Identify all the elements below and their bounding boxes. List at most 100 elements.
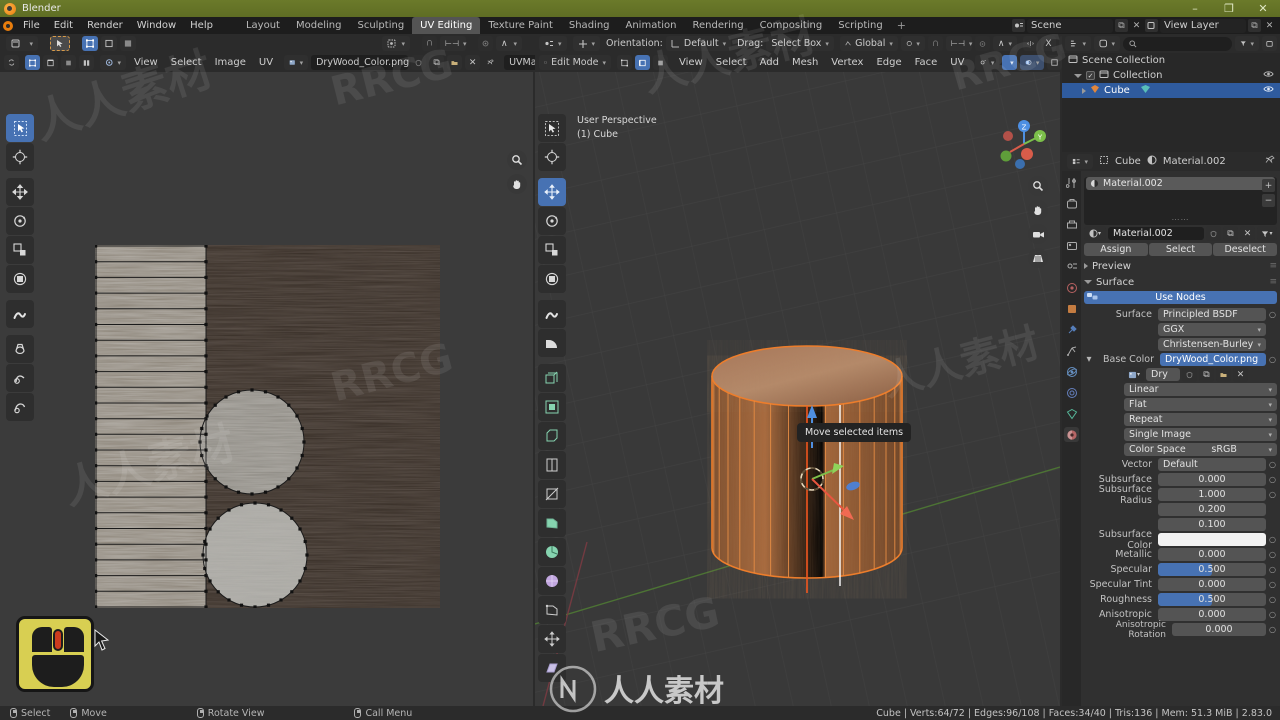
tweak-tool-button[interactable] <box>50 36 70 51</box>
image-datablock-name-field[interactable]: Dry <box>1146 368 1180 381</box>
outliner-filter-dropdown[interactable]: ▾ <box>1235 36 1259 51</box>
outliner-new-collection-button[interactable] <box>1262 36 1277 51</box>
properties-editor-type-dropdown[interactable]: ▾ <box>1067 154 1093 169</box>
uv-face-select-button[interactable] <box>120 36 136 51</box>
uv-vertex-mode-button[interactable] <box>25 55 40 70</box>
new-view-layer-icon[interactable]: ⧉ <box>1248 19 1261 32</box>
color-space-dropdown[interactable]: Color Space sRGB▾ <box>1124 443 1277 456</box>
camera-icon[interactable] <box>1028 224 1048 244</box>
outliner-row-scene-collection[interactable]: Scene Collection <box>1062 53 1280 68</box>
specular-tint-slider[interactable]: 0.000 <box>1158 578 1266 591</box>
subsurface-socket-icon[interactable]: ○ <box>1268 475 1277 484</box>
unlink-material-button[interactable]: ✕ <box>1240 226 1255 241</box>
pin-image-button[interactable] <box>483 55 498 70</box>
breadcrumb-object[interactable]: Cube <box>1115 156 1141 167</box>
vp-shrink-fatten-tool[interactable] <box>538 625 566 653</box>
uv-relax-tool[interactable] <box>6 364 34 392</box>
output-tab[interactable] <box>1064 217 1079 232</box>
vp-menu-view[interactable]: View <box>674 55 708 70</box>
image-copy-button[interactable]: ⧉ <box>1199 367 1214 382</box>
menu-file[interactable]: File <box>16 17 47 34</box>
render-tab[interactable] <box>1064 196 1079 211</box>
vp-spin-tool[interactable] <box>538 538 566 566</box>
vp-smooth-tool[interactable] <box>538 567 566 595</box>
vp-edge-slide-tool[interactable] <box>538 596 566 624</box>
subsurface-radius-y-field[interactable]: 0.200 <box>1158 503 1266 516</box>
tab-uv-editing[interactable]: UV Editing <box>412 17 480 34</box>
base-color-socket-icon[interactable]: ○ <box>1268 355 1277 364</box>
vp-annotate-tool[interactable] <box>538 300 566 328</box>
gizmo-toggle-button[interactable] <box>1047 55 1062 70</box>
vp-measure-tool[interactable] <box>538 329 566 357</box>
menu-render[interactable]: Render <box>80 17 130 34</box>
subsurface-color-socket-icon[interactable]: ○ <box>1268 535 1277 544</box>
vp-knife-tool[interactable] <box>538 480 566 508</box>
vp-menu-mesh[interactable]: Mesh <box>787 55 823 70</box>
view-layer-tab[interactable] <box>1064 238 1079 253</box>
collapse-triangle-icon[interactable]: ▾ <box>1084 354 1094 365</box>
vp-bevel-tool[interactable] <box>538 422 566 450</box>
uv-transform-tool[interactable] <box>6 265 34 293</box>
viewport-canvas[interactable]: User Perspective (1) Cube <box>535 72 1060 706</box>
view-layer-browse-icon[interactable] <box>1145 19 1158 32</box>
uv-menu-uv[interactable]: UV <box>254 55 278 70</box>
surface-socket-icon[interactable]: ○ <box>1268 310 1277 319</box>
mirror-x-button[interactable]: X <box>1041 36 1056 51</box>
hand-icon[interactable] <box>1028 200 1048 220</box>
interaction-mode-dropdown[interactable]: Edit Mode▾ <box>539 55 611 70</box>
vp-loop-cut-tool[interactable] <box>538 451 566 479</box>
roughness-socket-icon[interactable]: ○ <box>1268 595 1277 604</box>
specular-socket-icon[interactable]: ○ <box>1268 565 1277 574</box>
uv-pinch-tool[interactable] <box>6 393 34 421</box>
hand-icon[interactable] <box>507 174 527 194</box>
deselect-button[interactable]: Deselect <box>1213 243 1277 256</box>
face-select-mode-button[interactable] <box>653 55 668 70</box>
subsurface-radius-socket-icon[interactable]: ○ <box>1268 490 1277 499</box>
open-image-button[interactable] <box>447 55 462 70</box>
tab-texture-paint[interactable]: Texture Paint <box>480 17 561 34</box>
tab-compositing[interactable]: Compositing <box>752 17 831 34</box>
vp-shear-tool[interactable] <box>538 654 566 682</box>
image-browse-dropdown[interactable]: ▾ <box>284 55 308 70</box>
uv-move-tool[interactable] <box>6 178 34 206</box>
snap-target-dropdown[interactable]: ⊢⊣▾ <box>440 36 466 51</box>
remove-scene-icon[interactable]: ✕ <box>1130 19 1143 32</box>
image-unlink-button[interactable]: ✕ <box>1233 367 1248 382</box>
world-tab[interactable] <box>1064 280 1079 295</box>
browse-material-dropdown[interactable]: ▾ <box>1084 226 1106 241</box>
uv-face-mode-button[interactable] <box>61 55 76 70</box>
remove-view-layer-icon[interactable]: ✕ <box>1263 19 1276 32</box>
uv-grab-tool[interactable] <box>6 335 34 363</box>
vp-poly-build-tool[interactable] <box>538 509 566 537</box>
vp-menu-add[interactable]: Add <box>755 55 784 70</box>
tab-shading[interactable]: Shading <box>561 17 618 34</box>
browse-image-dropdown[interactable]: ▾ <box>1124 367 1144 382</box>
vp-inset-faces-tool[interactable] <box>538 393 566 421</box>
breadcrumb-material[interactable]: Material.002 <box>1163 156 1226 167</box>
zoom-icon[interactable] <box>1028 176 1048 196</box>
vp-scale-tool[interactable] <box>538 236 566 264</box>
outliner-display-mode-dropdown[interactable]: ▾ <box>1094 36 1120 51</box>
proportional-falloff-dropdown[interactable]: ∧▾ <box>993 36 1017 51</box>
material-slot-item[interactable]: Material.002 <box>1086 177 1275 190</box>
preview-section-header[interactable]: Preview ≡ <box>1084 259 1277 273</box>
uv-display-mode-dropdown[interactable]: ▾ <box>100 55 126 70</box>
tab-layout[interactable]: Layout <box>238 17 288 34</box>
tab-scripting[interactable]: Scripting <box>830 17 890 34</box>
pin-id-icon[interactable] <box>1265 155 1275 168</box>
uv-canvas[interactable] <box>0 72 533 706</box>
scene-tab[interactable] <box>1064 259 1079 274</box>
scene-field[interactable]: Scene <box>1027 19 1113 33</box>
uv-menu-image[interactable]: Image <box>210 55 251 70</box>
blender-menu-icon[interactable] <box>0 19 16 33</box>
proportional-editing-toggle[interactable] <box>975 36 990 51</box>
anisotropic-slider[interactable]: 0.000 <box>1158 608 1266 621</box>
anisotropic-rotation-slider[interactable]: 0.000 <box>1172 623 1266 636</box>
snap-toggle-button[interactable] <box>928 36 943 51</box>
proportional-editing-toggle[interactable] <box>478 36 493 51</box>
vector-field[interactable]: Default <box>1158 458 1266 471</box>
proportional-falloff-dropdown[interactable]: ∧▾ <box>496 36 522 51</box>
modifier-tab[interactable] <box>1064 322 1079 337</box>
constraint-tab[interactable] <box>1064 385 1079 400</box>
uv-editor-type-selector[interactable]: ▾ <box>6 36 38 51</box>
